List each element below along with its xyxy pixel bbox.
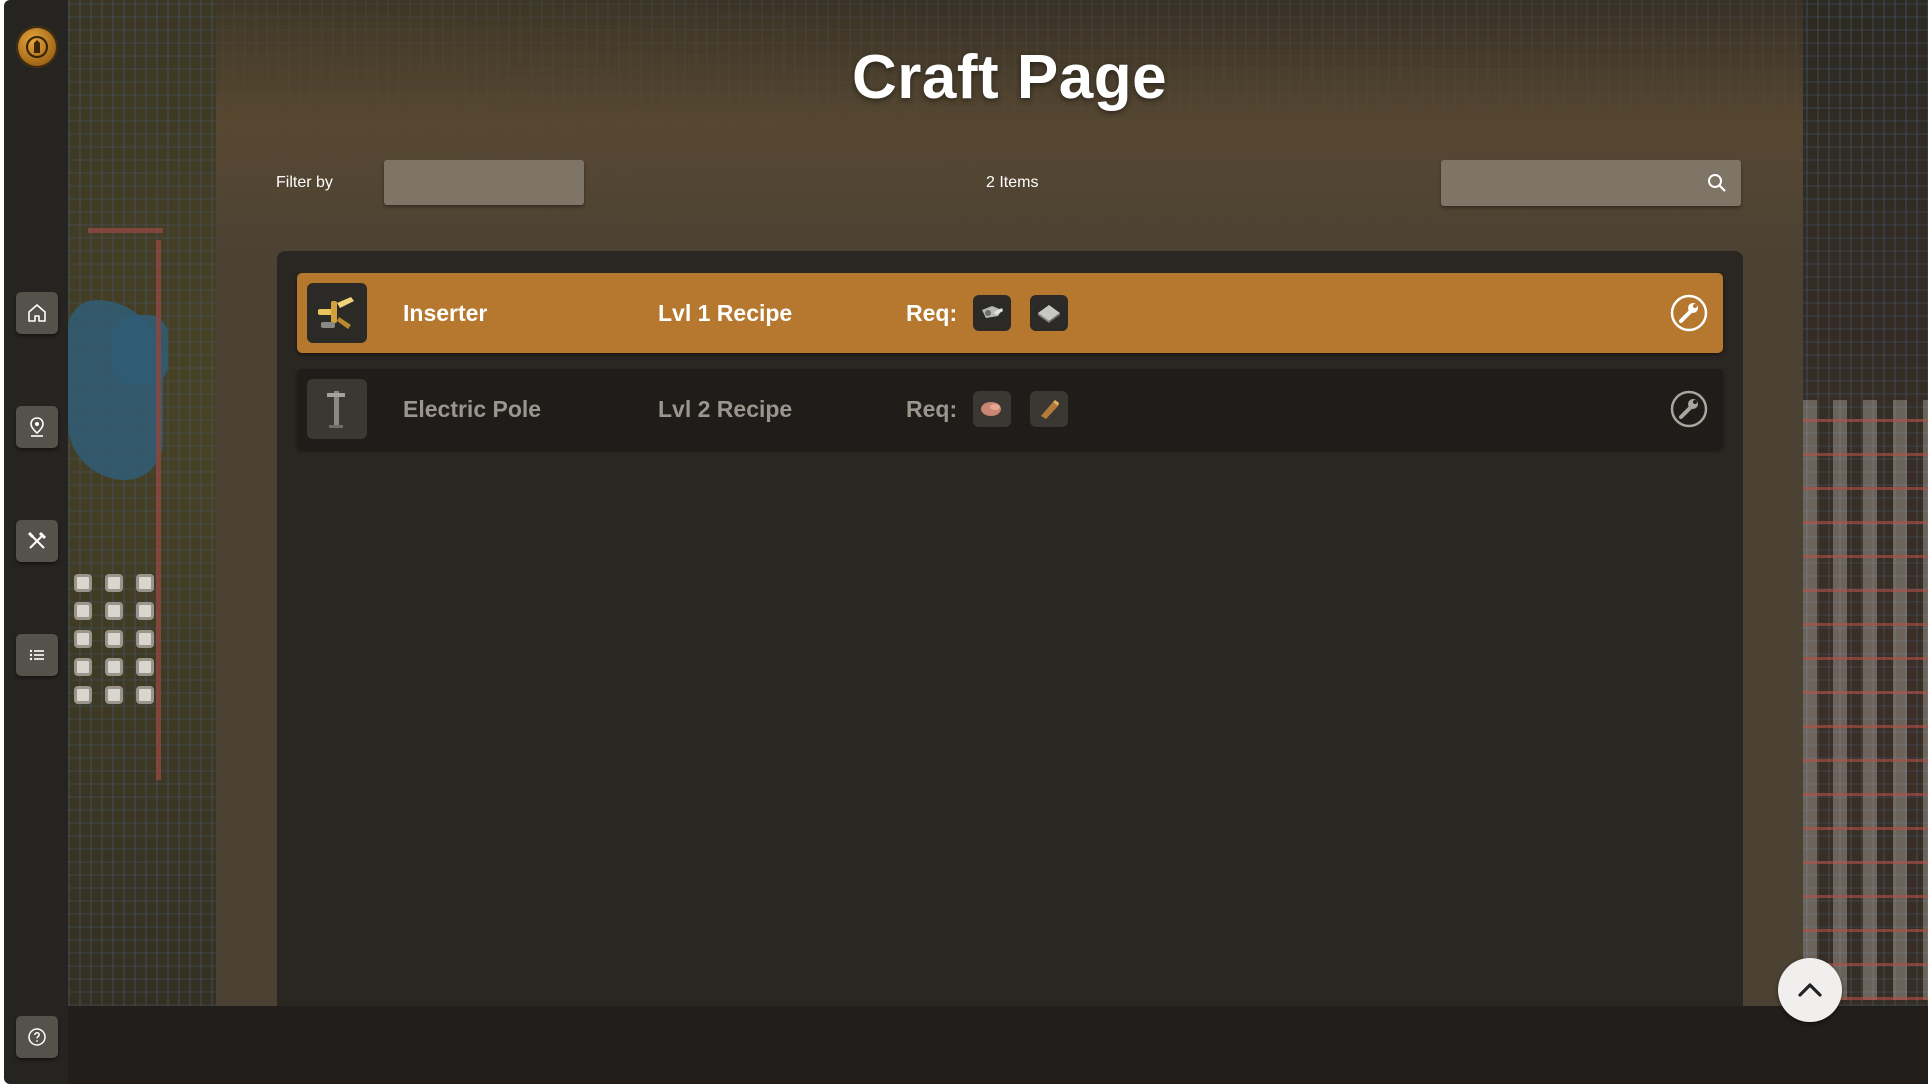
recipe-level: Lvl 1 Recipe (658, 300, 793, 326)
recipe-name: Electric Pole (403, 396, 542, 422)
requirements-label: Req: (906, 396, 958, 422)
gear-hand-logo-icon[interactable] (16, 26, 58, 68)
nav-home-button[interactable] (16, 292, 58, 334)
crossed-tools-icon (27, 531, 47, 549)
wrench-icon (1670, 390, 1708, 428)
gear-wheel-icon (973, 295, 1011, 331)
bottom-edge (0, 1084, 1928, 1088)
craft-button[interactable] (1669, 293, 1709, 333)
list-icon (29, 649, 44, 661)
craft-button[interactable] (1669, 389, 1709, 429)
main-content: Craft Page Filter by 2 Items Inserter Lv… (216, 0, 1803, 1006)
background-pipe (88, 228, 163, 233)
recipe-row[interactable]: Electric Pole Lvl 2 Recipe Req: (297, 369, 1723, 449)
wrench-icon (1670, 294, 1708, 332)
filter-label: Filter by (276, 174, 333, 191)
inserter-icon (307, 283, 367, 343)
iron-plate-icon (1030, 295, 1068, 331)
filter-select[interactable] (384, 160, 584, 205)
background-tanks (74, 574, 157, 704)
recipe-level: Lvl 2 Recipe (658, 396, 793, 422)
copper-ore-icon (973, 391, 1011, 427)
page-title: Craft Page (851, 43, 1168, 112)
recipe-row[interactable]: Inserter Lvl 1 Recipe Req: (297, 273, 1723, 353)
home-icon (28, 304, 46, 322)
nav-list-button[interactable] (16, 634, 58, 676)
recipe-name: Inserter (403, 300, 488, 326)
search-icon[interactable] (1705, 171, 1729, 195)
wood-icon (1030, 391, 1068, 427)
search-box[interactable] (1441, 160, 1741, 206)
electric-pole-icon (307, 379, 367, 439)
help-button[interactable] (16, 1016, 58, 1058)
bottom-bar (68, 1006, 1928, 1084)
nav-map-button[interactable] (16, 406, 58, 448)
nav-craft-button[interactable] (16, 520, 58, 562)
requirements-label: Req: (906, 300, 958, 326)
map-pin-icon (30, 417, 44, 437)
question-circle-icon (28, 1028, 46, 1046)
background-factory (1803, 400, 1928, 1000)
search-input[interactable] (1441, 160, 1691, 206)
item-count: 2 Items (986, 174, 1039, 191)
sidebar (4, 0, 68, 1084)
chevron-up-icon (1798, 983, 1822, 997)
scroll-to-top-button[interactable] (1778, 958, 1842, 1022)
recipe-list: Inserter Lvl 1 Recipe Req: Electric Pole… (277, 251, 1743, 1006)
